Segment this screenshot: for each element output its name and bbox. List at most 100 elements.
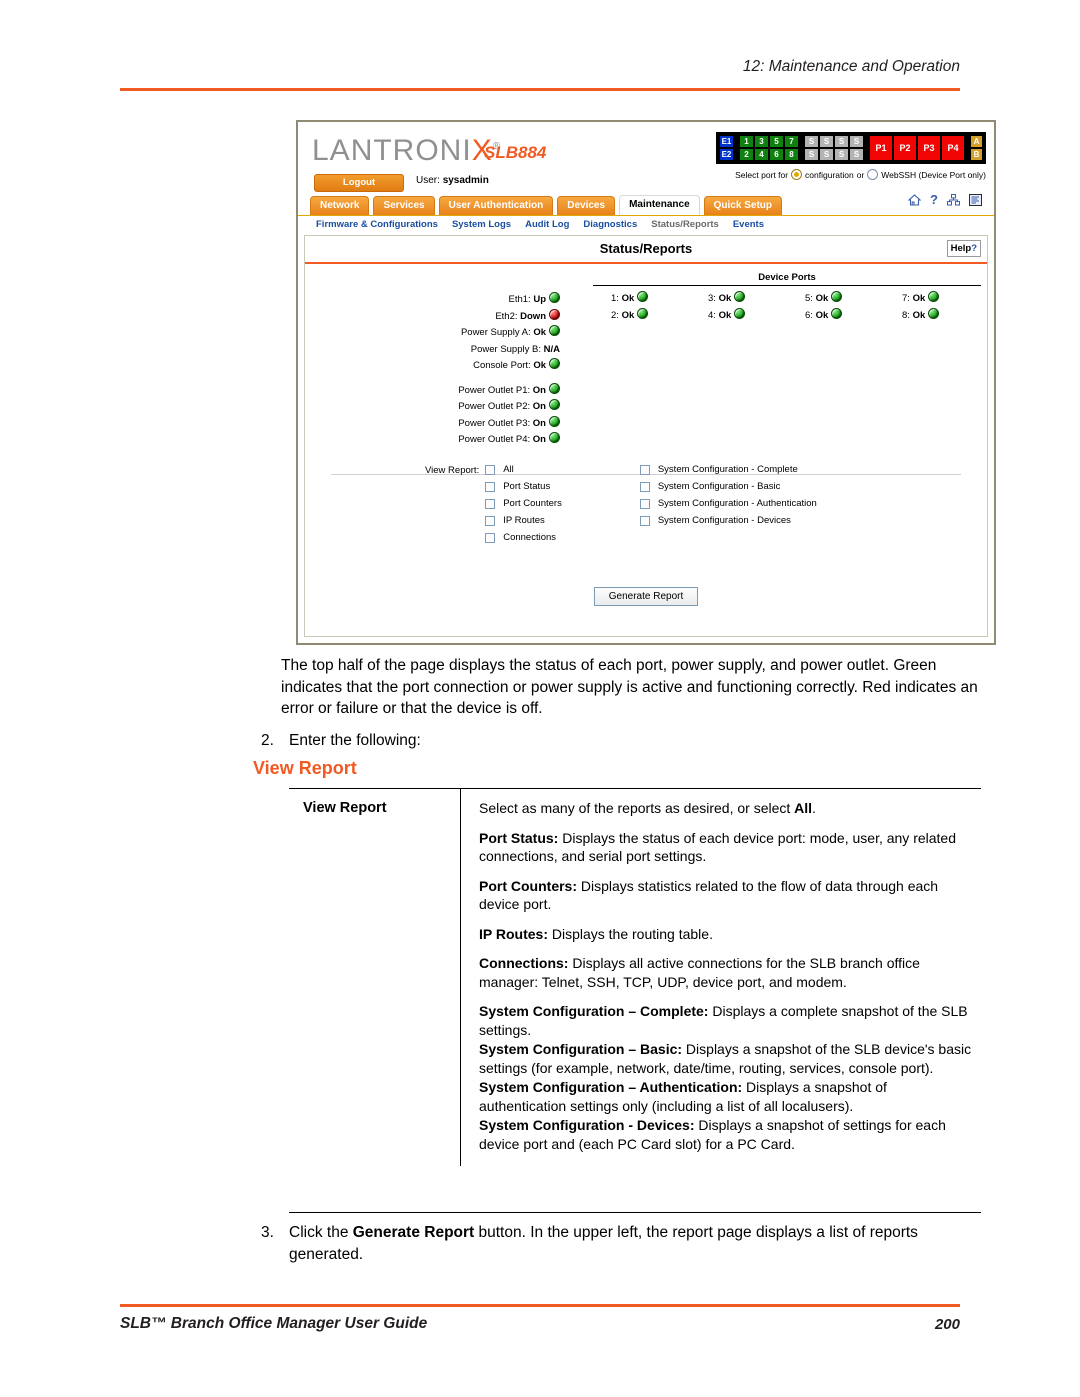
desc-ip-routes-bold: IP Routes: (479, 925, 548, 942)
checkbox-all-label: All (503, 464, 514, 475)
select-port-mode: Select port for configuration or WebSSH … (735, 169, 986, 180)
checkbox-sysconfig-basic[interactable] (639, 481, 650, 492)
subnav-system-logs[interactable]: System Logs (452, 219, 511, 230)
power-outlet-p4[interactable]: P4 (942, 136, 964, 160)
logout-button[interactable]: Logout (314, 174, 404, 192)
tab-maintenance[interactable]: Maintenance (619, 195, 700, 215)
header-icon-group: ? (908, 193, 982, 206)
step-3-number: 3. (261, 1224, 274, 1241)
sitemap-icon[interactable] (947, 194, 960, 206)
status-reports-panel: Status/Reports Help? Eth1: Up Eth2: Down… (304, 235, 988, 637)
status-console-port-value: Ok (533, 360, 546, 371)
list-icon[interactable] (969, 194, 982, 206)
checkbox-row-sysconfig-devices[interactable]: System Configuration - Devices (639, 515, 817, 526)
port-5[interactable]: 5 (770, 136, 783, 147)
status-outlet-p4-led (549, 432, 560, 443)
power-supply-a[interactable]: A (971, 136, 982, 147)
power-outlet-p1[interactable]: P1 (870, 136, 892, 160)
port-map-numeric-4[interactable]: 7 8 (785, 136, 798, 160)
port-map-gap-2 (800, 136, 803, 160)
port-e1[interactable]: E1 (720, 136, 733, 147)
tab-quick-setup[interactable]: Quick Setup (703, 196, 782, 215)
checkbox-all[interactable] (485, 464, 496, 475)
report-column-left: All Port Status Port Counters IP Routes … (485, 464, 562, 543)
port-map[interactable]: E1 E2 1 2 3 4 5 6 7 8 S S S S S S S S P1… (716, 132, 986, 164)
help-icon[interactable]: ? (930, 193, 938, 206)
home-icon[interactable] (908, 194, 922, 206)
tab-user-authentication[interactable]: User Authentication (438, 196, 554, 215)
serial-slot-4[interactable]: S (850, 136, 863, 147)
device-port-6: 6: Ok (787, 308, 884, 321)
radio-configuration[interactable] (791, 169, 803, 180)
checkbox-row-sysconfig-basic[interactable]: System Configuration - Basic (639, 481, 817, 492)
subnav-audit-log[interactable]: Audit Log (525, 219, 569, 230)
checkbox-sysconfig-authentication[interactable] (639, 498, 650, 509)
desc-sysconfig-basic-bold: System Configuration – Basic: (479, 1041, 683, 1057)
page-title: Status/Reports (599, 241, 693, 256)
port-map-numeric-2[interactable]: 3 4 (755, 136, 768, 160)
port-map-serial-4[interactable]: S S (850, 136, 863, 160)
port-4[interactable]: 4 (755, 149, 768, 160)
port-map-serial-2[interactable]: S S (820, 136, 833, 160)
subnav-firmware-configurations[interactable]: Firmware & Configurations (316, 219, 438, 230)
desc-ip-routes-text: Displays the routing table. (547, 925, 713, 942)
port-7[interactable]: 7 (785, 136, 798, 147)
tab-devices[interactable]: Devices (557, 196, 616, 215)
radio-webssh[interactable] (867, 169, 879, 180)
port-map-numeric-3[interactable]: 5 6 (770, 136, 783, 160)
power-supply-b[interactable]: B (971, 149, 982, 160)
serial-slot-3[interactable]: S (835, 136, 848, 147)
tab-services[interactable]: Services (373, 196, 435, 215)
power-outlet-p3[interactable]: P3 (918, 136, 940, 160)
port-map-eth-column[interactable]: E1 E2 (720, 136, 733, 160)
port-8[interactable]: 8 (785, 149, 798, 160)
port-map-numeric-1[interactable]: 1 2 (740, 136, 753, 160)
serial-slot-6[interactable]: S (820, 149, 833, 160)
checkbox-row-port-status[interactable]: Port Status (485, 481, 562, 492)
user-prefix: User: (416, 175, 440, 186)
device-port-5-value: Ok (815, 293, 829, 304)
checkbox-ip-routes[interactable] (485, 515, 496, 526)
checkbox-row-sysconfig-complete[interactable]: System Configuration - Complete (639, 464, 817, 475)
checkbox-row-sysconfig-authentication[interactable]: System Configuration - Authentication (639, 498, 817, 509)
subnav-status-reports[interactable]: Status/Reports (651, 219, 719, 230)
checkbox-port-counters[interactable] (485, 498, 496, 509)
serial-slot-8[interactable]: S (850, 149, 863, 160)
checkbox-connections[interactable] (485, 532, 496, 543)
power-outlet-p2[interactable]: P2 (894, 136, 916, 160)
device-port-6-value: Ok (815, 310, 829, 321)
port-2[interactable]: 2 (740, 149, 753, 160)
port-map-serial-1[interactable]: S S (805, 136, 818, 160)
port-3[interactable]: 3 (755, 136, 768, 147)
checkbox-sysconfig-complete-label: System Configuration - Complete (657, 464, 798, 475)
port-map-power-2[interactable]: P2 (894, 136, 916, 160)
view-report-table: View Report Select as many of the report… (289, 788, 981, 1166)
help-button[interactable]: Help? (946, 240, 981, 257)
subnav-diagnostics[interactable]: Diagnostics (583, 219, 637, 230)
checkbox-row-ip-routes[interactable]: IP Routes (485, 515, 562, 526)
desc-port-counters: Port Counters: Displays statistics relat… (479, 877, 975, 914)
port-6[interactable]: 6 (770, 149, 783, 160)
serial-slot-7[interactable]: S (835, 149, 848, 160)
port-e2[interactable]: E2 (720, 149, 733, 160)
port-map-power-4[interactable]: P4 (942, 136, 964, 160)
port-map-power-3[interactable]: P3 (918, 136, 940, 160)
checkbox-port-status[interactable] (485, 481, 496, 492)
generate-report-button[interactable]: Generate Report (593, 587, 699, 606)
serial-slot-5[interactable]: S (805, 149, 818, 160)
port-1[interactable]: 1 (740, 136, 753, 147)
checkbox-sysconfig-complete[interactable] (639, 464, 650, 475)
checkbox-row-all[interactable]: All (485, 464, 562, 475)
intro-paragraph: The top half of the page displays the st… (281, 657, 978, 717)
port-map-ab-column[interactable]: A B (971, 136, 982, 160)
serial-slot-1[interactable]: S (805, 136, 818, 147)
checkbox-row-connections[interactable]: Connections (485, 532, 562, 543)
port-map-power-1[interactable]: P1 (870, 136, 892, 160)
generate-report-area: Generate Report (305, 586, 987, 606)
port-map-serial-3[interactable]: S S (835, 136, 848, 160)
subnav-events[interactable]: Events (733, 219, 764, 230)
serial-slot-2[interactable]: S (820, 136, 833, 147)
tab-network[interactable]: Network (310, 196, 370, 215)
checkbox-row-port-counters[interactable]: Port Counters (485, 498, 562, 509)
checkbox-sysconfig-devices[interactable] (639, 515, 650, 526)
